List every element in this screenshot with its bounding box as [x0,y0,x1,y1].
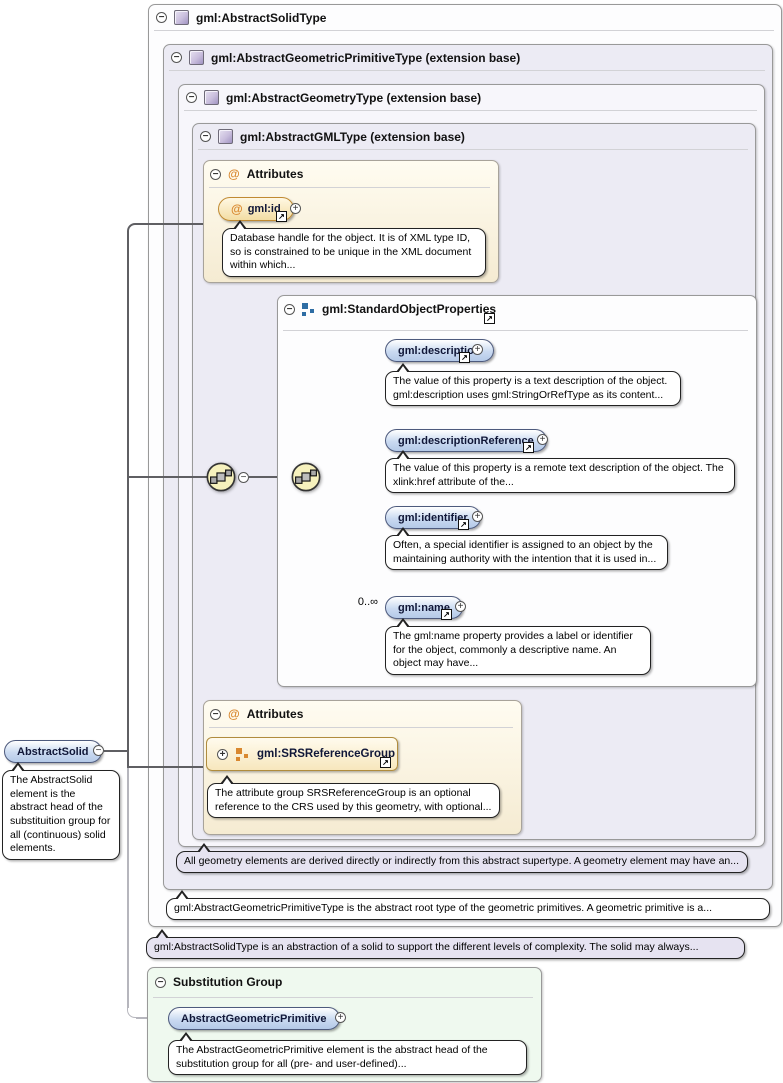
expand-icon[interactable]: + [335,1012,346,1023]
expand-icon[interactable]: + [472,511,483,522]
header-abstract-solid-type: − gml:AbstractSolidType [156,10,326,25]
attribute-icon: @ [228,167,240,181]
annotation-geometry-type: All geometry elements are derived direct… [176,851,748,873]
complex-type-icon [174,10,189,25]
connector-line [129,766,206,768]
schema-diagram: − gml:AbstractSolidType − gml:AbstractGe… [0,0,783,1083]
substitution-connector [127,768,129,1008]
collapse-icon[interactable]: − [210,709,221,720]
doc-tooltip: The AbstractSolid element is the abstrac… [2,770,120,860]
header-abstract-geometry-type: − gml:AbstractGeometryType (extension ba… [186,90,481,105]
doc-tooltip: Often, a special identifier is assigned … [385,535,668,570]
collapse-icon[interactable]: − [210,169,221,180]
doc-tooltip: The value of this property is a remote t… [385,458,735,493]
attributes-header: − @ Attributes [210,707,303,721]
attributes-title: Attributes [247,707,304,721]
sequence-icon[interactable] [291,462,321,492]
jump-to-definition-icon[interactable]: ↗ [459,352,470,363]
type-title: gml:AbstractGMLType (extension base) [240,130,465,144]
sequence-icon[interactable] [206,462,236,492]
expand-icon[interactable]: + [472,344,483,355]
header-abstract-geometric-primitive-type: − gml:AbstractGeometricPrimitiveType (ex… [171,50,520,65]
doc-tooltip: The attribute group SRSReferenceGroup is… [207,783,500,818]
element-label: AbstractGeometricPrimitive [181,1013,327,1025]
group-title: gml:StandardObjectProperties [322,302,496,316]
complex-type-icon [218,129,233,144]
collapse-icon[interactable]: − [284,304,295,315]
type-title: gml:AbstractGeometricPrimitiveType (exte… [211,51,520,65]
collapse-icon[interactable]: − [155,977,166,988]
attributes-title: Attributes [247,167,304,181]
expand-icon[interactable]: + [455,601,466,612]
jump-to-definition-icon[interactable]: ↗ [380,757,391,768]
attribute-group-srs-reference-group[interactable]: + gml:SRSReferenceGroup [206,737,398,771]
complex-type-icon [189,50,204,65]
connector-line [129,476,207,478]
expand-icon[interactable]: + [537,434,548,445]
element-abstract-geometric-primitive[interactable]: AbstractGeometricPrimitive [168,1007,340,1030]
attribute-icon: @ [231,202,243,216]
doc-tooltip: The gml:name property provides a label o… [385,626,651,675]
element-abstract-solid[interactable]: AbstractSolid [4,740,102,763]
attribute-group-label: gml:SRSReferenceGroup [257,748,395,760]
jump-to-definition-icon[interactable]: ↗ [276,211,287,222]
annotation-geometric-primitive-type: gml:AbstractGeometricPrimitiveType is th… [166,898,770,920]
collapse-icon[interactable]: − [200,131,211,142]
collapse-icon[interactable]: − [171,52,182,63]
doc-tooltip: Database handle for the object. It is of… [222,228,486,277]
header-abstract-gml-type: − gml:AbstractGMLType (extension base) [200,129,465,144]
substitution-group-header: − Substitution Group [155,975,282,989]
model-group-icon [302,303,315,316]
connector-trunk [127,232,129,768]
jump-to-definition-icon[interactable]: ↗ [458,519,469,530]
attributes-header: − @ Attributes [210,167,303,181]
doc-tooltip: The AbstractGeometricPrimitive element i… [168,1040,527,1075]
collapse-icon[interactable]: − [93,745,104,756]
jump-to-definition-icon[interactable]: ↗ [523,442,534,453]
annotation-solid-type: gml:AbstractSolidType is an abstraction … [146,937,745,959]
jump-to-definition-icon[interactable]: ↗ [484,313,495,324]
element-label: AbstractSolid [17,746,89,758]
attribute-group-icon [236,748,249,761]
attribute-icon: @ [228,707,240,721]
expand-icon[interactable]: + [217,749,228,760]
expand-icon[interactable]: + [290,203,301,214]
doc-tooltip: The value of this property is a text des… [385,371,681,406]
jump-to-definition-icon[interactable]: ↗ [441,609,452,620]
collapse-icon[interactable]: − [238,472,249,483]
cardinality-label: 0..∞ [348,596,378,608]
type-title: gml:AbstractSolidType [196,11,326,25]
substitution-group-title: Substitution Group [173,975,282,989]
connector-line [104,750,127,752]
collapse-icon[interactable]: − [156,12,167,23]
type-title: gml:AbstractGeometryType (extension base… [226,91,481,105]
collapse-icon[interactable]: − [186,92,197,103]
standard-object-properties-header: − gml:StandardObjectProperties [284,302,496,316]
element-label: gml:descriptionReference [398,435,534,447]
complex-type-icon [204,90,219,105]
